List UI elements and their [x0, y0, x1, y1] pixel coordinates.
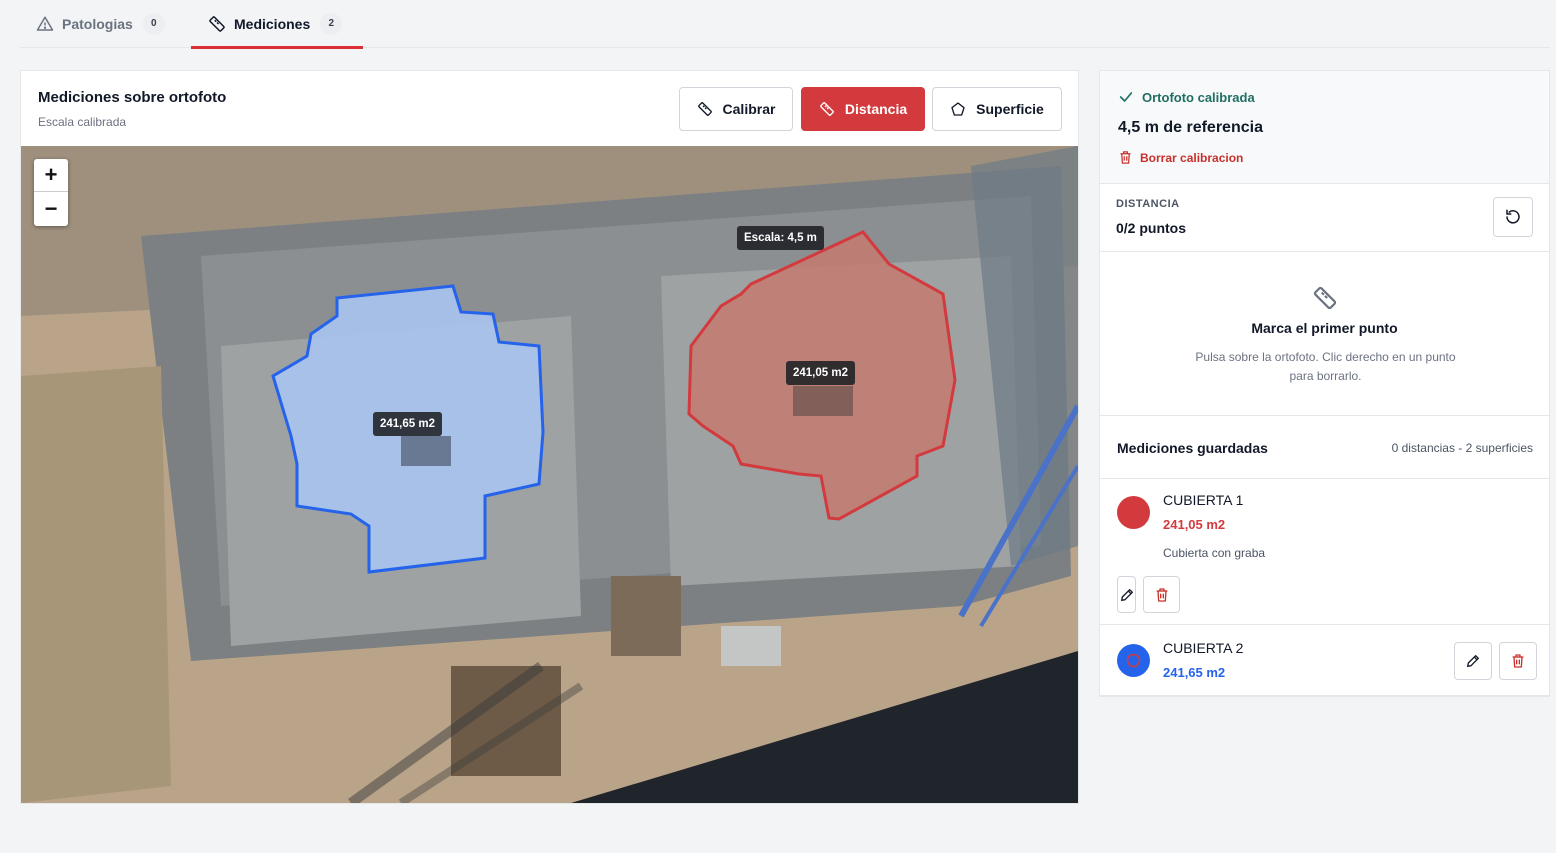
list-item[interactable]: CUBIERTA 1 241,05 m2 Cubierta con graba	[1100, 479, 1549, 625]
delete-calibration-link[interactable]: Borrar calibracion	[1118, 150, 1243, 165]
circle-icon	[1126, 653, 1141, 668]
zoom-in-button[interactable]: +	[34, 159, 68, 192]
delete-button[interactable]	[1499, 642, 1537, 680]
ruler-icon	[697, 102, 712, 116]
saved-title: Mediciones guardadas	[1117, 440, 1268, 456]
distance-section: DISTANCIA 0/2 puntos	[1100, 184, 1549, 252]
item-description: Cubierta con graba	[1163, 546, 1266, 560]
orthophoto-map[interactable]: + − Escala: 4,5 m 241,05 m2 241,65 m2	[21, 146, 1078, 803]
color-dot	[1117, 644, 1150, 677]
orthophoto-image	[21, 146, 1078, 803]
item-area: 241,05 m2	[1163, 517, 1226, 532]
color-dot	[1117, 496, 1150, 529]
side-panel: Ortofoto calibrada 4,5 m de referencia B…	[1099, 70, 1550, 697]
button-label: Distancia	[844, 101, 908, 117]
button-label: Superficie	[976, 101, 1044, 117]
trash-icon	[1156, 587, 1167, 602]
zoom-out-button[interactable]: −	[34, 192, 68, 225]
ruler-icon	[1313, 286, 1337, 310]
tab-label: Patologias	[62, 15, 133, 32]
card-title: Mediciones sobre ortofoto	[38, 89, 227, 106]
distance-label: DISTANCIA	[1116, 198, 1180, 210]
reset-button[interactable]	[1493, 197, 1533, 237]
area-label-blue: 241,65 m2	[373, 412, 442, 436]
delete-button[interactable]	[1143, 576, 1180, 613]
pentagon-icon	[951, 102, 965, 116]
list-item[interactable]: CUBIERTA 2 241,65 m2	[1100, 625, 1549, 696]
item-area: 241,65 m2	[1163, 665, 1226, 680]
tab-mediciones[interactable]: Mediciones 2	[191, 0, 363, 49]
item-name: CUBIERTA 2	[1163, 640, 1244, 656]
saved-count: 0 distancias - 2 superficies	[1391, 441, 1533, 455]
measurement-card: Mediciones sobre ortofoto Escala calibra…	[20, 70, 1079, 804]
calibrar-button[interactable]: Calibrar	[679, 87, 793, 131]
zoom-control: + −	[34, 159, 68, 226]
empty-state: Marca el primer punto Pulsa sobre la ort…	[1100, 252, 1549, 416]
trash-icon	[1512, 654, 1524, 668]
ruler-icon	[820, 102, 834, 116]
calibration-section: Ortofoto calibrada 4,5 m de referencia B…	[1100, 71, 1549, 184]
ruler-icon	[209, 15, 225, 32]
empty-state-description: Pulsa sobre la ortofoto. Clic derecho en…	[1195, 350, 1456, 383]
warning-icon	[36, 16, 54, 31]
tab-patologias[interactable]: Patologias 0	[36, 0, 165, 47]
trash-icon	[1120, 151, 1131, 164]
empty-state-title: Marca el primer punto	[1251, 320, 1398, 336]
delete-calibration-text: Borrar calibracion	[1140, 150, 1244, 165]
distance-points: 0/2 puntos	[1116, 220, 1187, 236]
button-label: Calibrar	[722, 101, 776, 117]
count-badge: 2	[320, 12, 343, 35]
superficie-button[interactable]: Superficie	[932, 87, 1062, 131]
edit-button[interactable]	[1117, 576, 1136, 613]
calibration-reference: 4,5 m de referencia	[1118, 119, 1263, 136]
edit-button[interactable]	[1454, 642, 1492, 680]
pencil-icon	[1467, 655, 1479, 667]
tab-bar: Patologias 0 Mediciones 2	[20, 0, 1550, 49]
tab-label: Mediciones	[234, 15, 311, 32]
calibration-status-text: Ortofoto calibrada	[1142, 89, 1255, 105]
scale-label: Escala: 4,5 m	[737, 226, 824, 250]
card-subtitle: Escala calibrada	[38, 115, 127, 129]
pencil-icon	[1120, 588, 1133, 601]
reset-icon	[1506, 209, 1520, 224]
distancia-button[interactable]: Distancia	[801, 87, 925, 131]
calibration-status: Ortofoto calibrada	[1118, 89, 1255, 105]
area-label-red: 241,05 m2	[786, 361, 855, 385]
count-badge: 0	[142, 12, 165, 35]
item-name: CUBIERTA 1	[1163, 492, 1244, 508]
check-icon	[1119, 92, 1133, 102]
saved-header: Mediciones guardadas 0 distancias - 2 su…	[1100, 416, 1549, 479]
